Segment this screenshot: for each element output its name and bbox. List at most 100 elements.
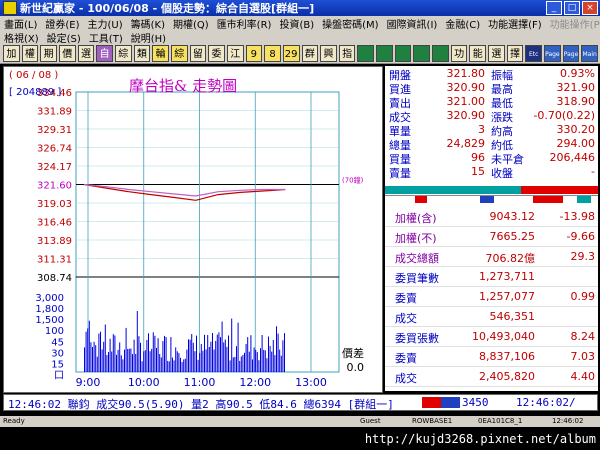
- stat-label: 加權(含): [395, 212, 437, 225]
- toolbar-button[interactable]: Page Up: [544, 45, 561, 62]
- volume-bar: [236, 346, 237, 372]
- quote-value: 320.90: [446, 109, 486, 122]
- menu-item[interactable]: 說明(H): [127, 30, 170, 45]
- toolbar-button[interactable]: 能: [469, 45, 487, 62]
- volume-bar: [127, 348, 129, 372]
- menu-item[interactable]: 操盤密碼(M): [318, 16, 382, 31]
- quote-value: -0.70(0.22): [533, 109, 595, 122]
- close-button[interactable]: ×: [582, 1, 598, 15]
- volume-bar: [136, 311, 138, 372]
- menu-item[interactable]: 期權(Q): [169, 16, 213, 31]
- stat-value: 2,405,820: [479, 370, 535, 383]
- menu-item[interactable]: 投資(B): [275, 16, 318, 31]
- toolbar-button[interactable]: Page Down: [562, 45, 580, 62]
- menu-item[interactable]: 功能選擇(F): [484, 16, 546, 31]
- ticker-text: 12:46:02 聯鈞 成交90.5(5.90) 量2 高90.5 低84.6 …: [8, 398, 394, 411]
- volume-bar: [175, 347, 177, 372]
- watermark-bar: http://kujd3268.pixnet.net/album: [0, 428, 600, 450]
- volume-bar: [143, 351, 145, 372]
- volume-bar: [85, 331, 87, 372]
- volume-bar: [252, 359, 253, 372]
- toolbar-button[interactable]: 29: [282, 45, 300, 62]
- toolbar-button[interactable]: Etc: [525, 45, 543, 62]
- toolbar-button[interactable]: 輪: [152, 45, 169, 62]
- quote-row: 單量 3 約高 330.20: [385, 123, 598, 138]
- toolbar-button[interactable]: [376, 45, 393, 62]
- toolbar-button[interactable]: [357, 45, 375, 62]
- volume-bar: [133, 339, 135, 372]
- toolbar-button[interactable]: 委: [208, 45, 225, 62]
- menu-item[interactable]: 國際資訊(I): [383, 16, 442, 31]
- volume-bar: [112, 334, 114, 372]
- quote-value: 24,829: [446, 137, 486, 150]
- menu-item[interactable]: 主力(U): [84, 16, 127, 31]
- toolbar-button[interactable]: 留: [189, 45, 207, 62]
- quote-row: 成交 320.90 漲跌 -0.70(0.22): [385, 109, 598, 124]
- menu-item[interactable]: 證券(E): [41, 16, 83, 31]
- volume-bar: [204, 334, 205, 372]
- price-tick-label: 316.46: [37, 218, 72, 229]
- volume-bar: [253, 347, 255, 372]
- toolbar-button[interactable]: 擇: [506, 45, 524, 62]
- volume-bar: [96, 356, 98, 372]
- volume-bar: [207, 335, 209, 372]
- volume-bar: [90, 342, 92, 372]
- menu-item[interactable]: 金融(C): [441, 16, 484, 31]
- volume-bar: [231, 318, 233, 372]
- market-stat-row: 加權(含) 9043.12 -13.98: [385, 206, 598, 227]
- toolbar-button[interactable]: 8: [264, 45, 281, 62]
- volume-bar: [213, 349, 215, 372]
- menu-item[interactable]: 畫面(L): [0, 16, 41, 31]
- minimize-button[interactable]: _: [546, 1, 562, 15]
- toolbar-button[interactable]: [432, 45, 449, 62]
- volume-bar: [128, 348, 130, 372]
- toolbar-button[interactable]: [394, 45, 412, 62]
- volume-bar: [247, 337, 249, 372]
- menu-item[interactable]: 工具(T): [85, 30, 127, 45]
- volume-bar: [223, 342, 225, 372]
- toolbar-button[interactable]: 綜: [170, 45, 188, 62]
- volume-bar: [218, 332, 220, 372]
- toolbar-button[interactable]: 自: [96, 45, 113, 62]
- toolbar-button[interactable]: Main Menu: [581, 45, 598, 62]
- market-stat-row: 委賣 1,257,077 0.99: [385, 286, 598, 307]
- toolbar-button[interactable]: 功: [450, 45, 468, 62]
- menu-item[interactable]: 籌碼(K): [127, 16, 169, 31]
- toolbar-button[interactable]: 選: [488, 45, 505, 62]
- spread-label: 價差: [342, 346, 364, 360]
- toolbar-button[interactable]: 綜: [114, 45, 132, 62]
- volume-bar: [160, 357, 162, 372]
- market-stat-row: 成交 2,405,820 4.40: [385, 366, 598, 387]
- quote-row: 賣量 15 收盤 -: [385, 165, 598, 180]
- toolbar-button[interactable]: 9: [245, 45, 263, 62]
- ticker-bar: 12:46:02 聯鈞 成交90.5(5.90) 量2 高90.5 低84.6 …: [3, 394, 598, 411]
- menu-item[interactable]: 格視(X): [0, 30, 43, 45]
- toolbar-button[interactable]: 期: [40, 45, 57, 62]
- toolbar-button[interactable]: 興: [320, 45, 337, 62]
- stat-label: 成交: [395, 312, 417, 325]
- volume-bar: [183, 359, 185, 372]
- maximize-button[interactable]: □: [564, 1, 580, 15]
- volume-bar: [87, 328, 89, 372]
- market-stat-row: 加權(不) 7665.25 -9.66: [385, 226, 598, 247]
- quote-value: 96: [471, 151, 485, 164]
- toolbar-button[interactable]: 價: [58, 45, 76, 62]
- toolbar-button[interactable]: 權: [21, 45, 39, 62]
- volume-bar: [188, 339, 189, 372]
- stock-code-field[interactable]: 3450: [462, 396, 489, 409]
- menu-item[interactable]: 設定(S): [43, 30, 85, 45]
- volume-bar: [178, 353, 180, 372]
- toolbar-button[interactable]: 加: [3, 45, 20, 62]
- toolbar-button[interactable]: 選: [77, 45, 95, 62]
- quote-panel: 開盤 321.80 振幅 0.93% 買進 320.90 最高 321.90 賣出 321.00 最…: [385, 66, 598, 391]
- toolbar-button[interactable]: 江: [226, 45, 244, 62]
- stat-label: 成交總額: [395, 252, 439, 265]
- volume-bar: [144, 350, 146, 372]
- menu-item[interactable]: 匯市利率(R): [213, 16, 276, 31]
- toolbar-button[interactable]: 群: [301, 45, 319, 62]
- volume-bar: [272, 340, 274, 372]
- toolbar-button[interactable]: 類: [133, 45, 151, 62]
- toolbar-button[interactable]: [413, 45, 431, 62]
- volume-tick-label: 30: [51, 348, 64, 359]
- toolbar-button[interactable]: 指: [338, 45, 356, 62]
